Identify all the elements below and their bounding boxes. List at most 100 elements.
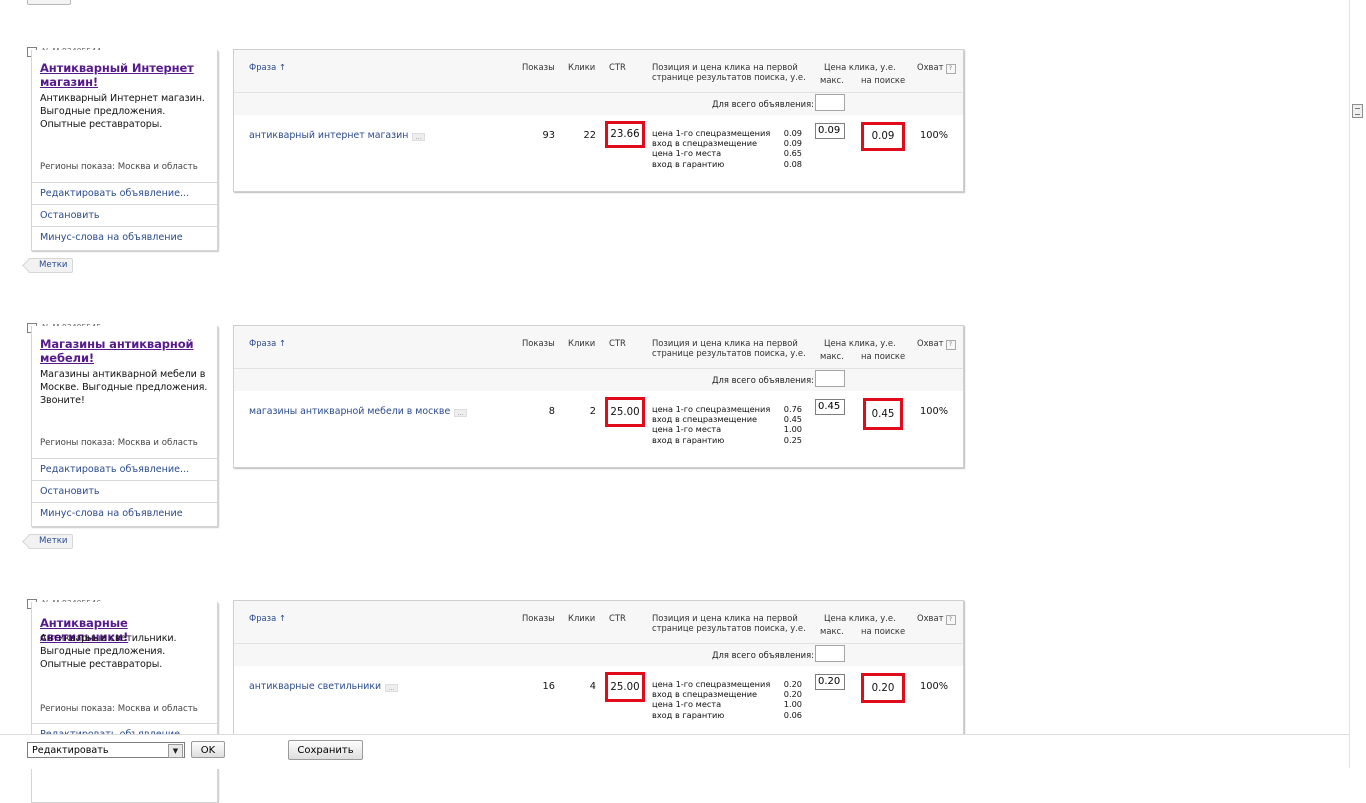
col-price-title: Цена клика, у.е. xyxy=(824,62,896,72)
col-clicks: Клики xyxy=(568,62,596,72)
position-line: цена 1-го спецразмещения 0.20 xyxy=(652,679,802,689)
phrase-link[interactable]: антикварный интернет магазин... xyxy=(249,130,426,141)
edit-ad-link[interactable]: Редактировать объявление... xyxy=(32,182,217,204)
max-price-input[interactable]: 0.45 xyxy=(815,399,845,415)
ad-title-link[interactable]: Магазины антикварной мебели! xyxy=(40,337,210,365)
action-select-value: Редактировать xyxy=(32,745,109,756)
col-reach-label: Охват xyxy=(917,613,944,623)
shows-value: 8 xyxy=(548,406,555,417)
ad-text: Антикварный Интернет магазин. Выгодные п… xyxy=(40,93,205,130)
action-select[interactable]: Редактировать ▼ xyxy=(27,742,185,758)
col-position-line1: Позиция и цена клика на первой xyxy=(652,62,798,72)
position-line: цена 1-го места 0.65 xyxy=(652,148,802,159)
help-icon[interactable]: ? xyxy=(945,64,956,74)
ad-regions: Регионы показа: Москва и область xyxy=(40,704,198,714)
table-row: антикварные светильники... 16 4 25.00 це… xyxy=(234,666,963,741)
col-position-line2: странице результатов поиска, у.е. xyxy=(652,348,806,358)
col-price-max: макс. xyxy=(820,75,844,85)
col-shows: Показы xyxy=(522,338,555,348)
ad-links: Редактировать объявление... Остановить М… xyxy=(32,182,217,248)
edit-ad-link[interactable]: Редактировать объявление... xyxy=(32,458,217,480)
ad-title-link[interactable]: Антикварный Интернет магазин! xyxy=(40,61,210,89)
tags-button[interactable]: Метки xyxy=(28,534,74,549)
phrase-link[interactable]: магазины антикварной мебели в москве... xyxy=(249,406,467,417)
ctr-value: 25.00 xyxy=(605,672,645,702)
negative-keywords-link[interactable]: Минус-слова на объявление xyxy=(32,502,217,524)
phrase-text: антикварный интернет магазин xyxy=(249,130,409,141)
col-price-max: макс. xyxy=(820,626,844,636)
position-list: цена 1-го спецразмещения 0.76 вход в спец… xyxy=(652,404,802,445)
col-position-line2: странице результатов поиска, у.е. xyxy=(652,72,806,82)
max-price-input[interactable]: 0.20 xyxy=(815,674,845,690)
phrase-text: антикварные светильники xyxy=(249,681,382,692)
search-price-value: 0.20 xyxy=(861,673,905,703)
phrase-table: Фраза ↑ Показы Клики CTR Позиция и цена … xyxy=(233,49,964,192)
previous-tags-button[interactable] xyxy=(27,0,71,5)
for-all-ads-row: Для всего объявления: xyxy=(234,369,963,391)
col-phrase[interactable]: Фраза ↑ xyxy=(249,62,286,73)
help-icon[interactable]: ? xyxy=(945,340,956,350)
position-line: цена 1-го места 1.00 xyxy=(652,699,802,710)
col-price-search: на поиске xyxy=(861,626,906,636)
col-phrase[interactable]: Фраза ↑ xyxy=(249,338,286,349)
for-all-ads-row: Для всего объявления: xyxy=(234,93,963,115)
for-all-ads-input[interactable] xyxy=(815,94,845,111)
ok-button[interactable]: OK xyxy=(191,741,225,758)
ad-card: Магазины антикварной мебели! Магазины ан… xyxy=(31,326,218,527)
ad-regions: Регионы показа: Москва и область xyxy=(40,438,198,448)
vertical-scrollbar[interactable] xyxy=(1349,0,1366,768)
negative-keywords-link[interactable]: Минус-слова на объявление xyxy=(32,226,217,248)
col-price-title: Цена клика, у.е. xyxy=(824,338,896,348)
clicks-value: 2 xyxy=(589,406,596,417)
shows-value: 16 xyxy=(542,681,555,692)
reach-value: 100% xyxy=(920,681,949,692)
position-line: цена 1-го спецразмещения 0.76 xyxy=(652,404,802,414)
for-all-ads-row: Для всего объявления: xyxy=(234,644,963,666)
chevron-down-icon[interactable]: ▼ xyxy=(168,744,183,758)
clicks-value: 4 xyxy=(589,681,596,692)
col-phrase[interactable]: Фраза ↑ xyxy=(249,613,286,624)
col-reach-label: Охват xyxy=(917,62,944,72)
col-position-line2: странице результатов поиска, у.е. xyxy=(652,623,806,633)
col-shows: Показы xyxy=(522,613,555,623)
col-position-line1: Позиция и цена клика на первой xyxy=(652,613,798,623)
position-line: цена 1-го спецразмещения 0.09 xyxy=(652,128,802,138)
table-header: Фраза ↑ Показы Клики CTR Позиция и цена … xyxy=(234,50,963,93)
position-line: вход в спецразмещение 0.45 xyxy=(652,414,802,425)
position-line: цена 1-го места 1.00 xyxy=(652,424,802,435)
more-icon[interactable]: ... xyxy=(454,409,467,417)
tags-button[interactable]: Метки xyxy=(28,258,74,273)
stop-ad-link[interactable]: Остановить xyxy=(32,480,217,502)
for-all-ads-label: Для всего объявления: xyxy=(712,375,814,385)
col-price-title: Цена клика, у.е. xyxy=(824,613,896,623)
phrase-link[interactable]: антикварные светильники... xyxy=(249,681,398,692)
help-icon[interactable]: ? xyxy=(945,615,956,625)
for-all-ads-input[interactable] xyxy=(815,645,845,662)
bottom-action-bar: Редактировать ▼ OK Сохранить xyxy=(0,734,1349,769)
table-header: Фраза ↑ Показы Клики CTR Позиция и цена … xyxy=(234,601,963,644)
col-price-search: на поиске xyxy=(861,351,906,361)
more-icon[interactable]: ... xyxy=(412,133,426,141)
position-line: вход в гарантию 0.08 xyxy=(652,158,802,169)
col-price-search: на поиске xyxy=(861,75,906,85)
col-ctr: CTR xyxy=(609,338,626,348)
col-reach: Охват? xyxy=(917,338,956,350)
ad-regions: Регионы показа: Москва и область xyxy=(40,162,198,172)
ad-text: Магазины антикварной мебели в Москве. Вы… xyxy=(40,369,208,406)
for-all-ads-input[interactable] xyxy=(815,370,845,387)
col-reach: Охват? xyxy=(917,613,956,625)
table-header: Фраза ↑ Показы Клики CTR Позиция и цена … xyxy=(234,326,963,369)
max-price-input[interactable]: 0.09 xyxy=(815,123,845,139)
stop-ad-link[interactable]: Остановить xyxy=(32,204,217,226)
position-line: вход в гарантию 0.25 xyxy=(652,434,802,445)
more-icon[interactable]: ... xyxy=(385,684,398,692)
position-line: вход в спецразмещение 0.20 xyxy=(652,689,802,700)
ad-links: Редактировать объявление... Остановить М… xyxy=(32,458,217,524)
col-position-line1: Позиция и цена клика на первой xyxy=(652,338,798,348)
ad-text: Антикварные светильники. Выгодные предло… xyxy=(40,633,177,670)
col-ctr: CTR xyxy=(609,613,626,623)
position-list: цена 1-го спецразмещения 0.09 вход в спец… xyxy=(652,128,802,169)
scroll-thumb[interactable] xyxy=(1352,104,1363,118)
save-button[interactable]: Сохранить xyxy=(288,740,363,760)
col-reach: Охват? xyxy=(917,62,956,74)
